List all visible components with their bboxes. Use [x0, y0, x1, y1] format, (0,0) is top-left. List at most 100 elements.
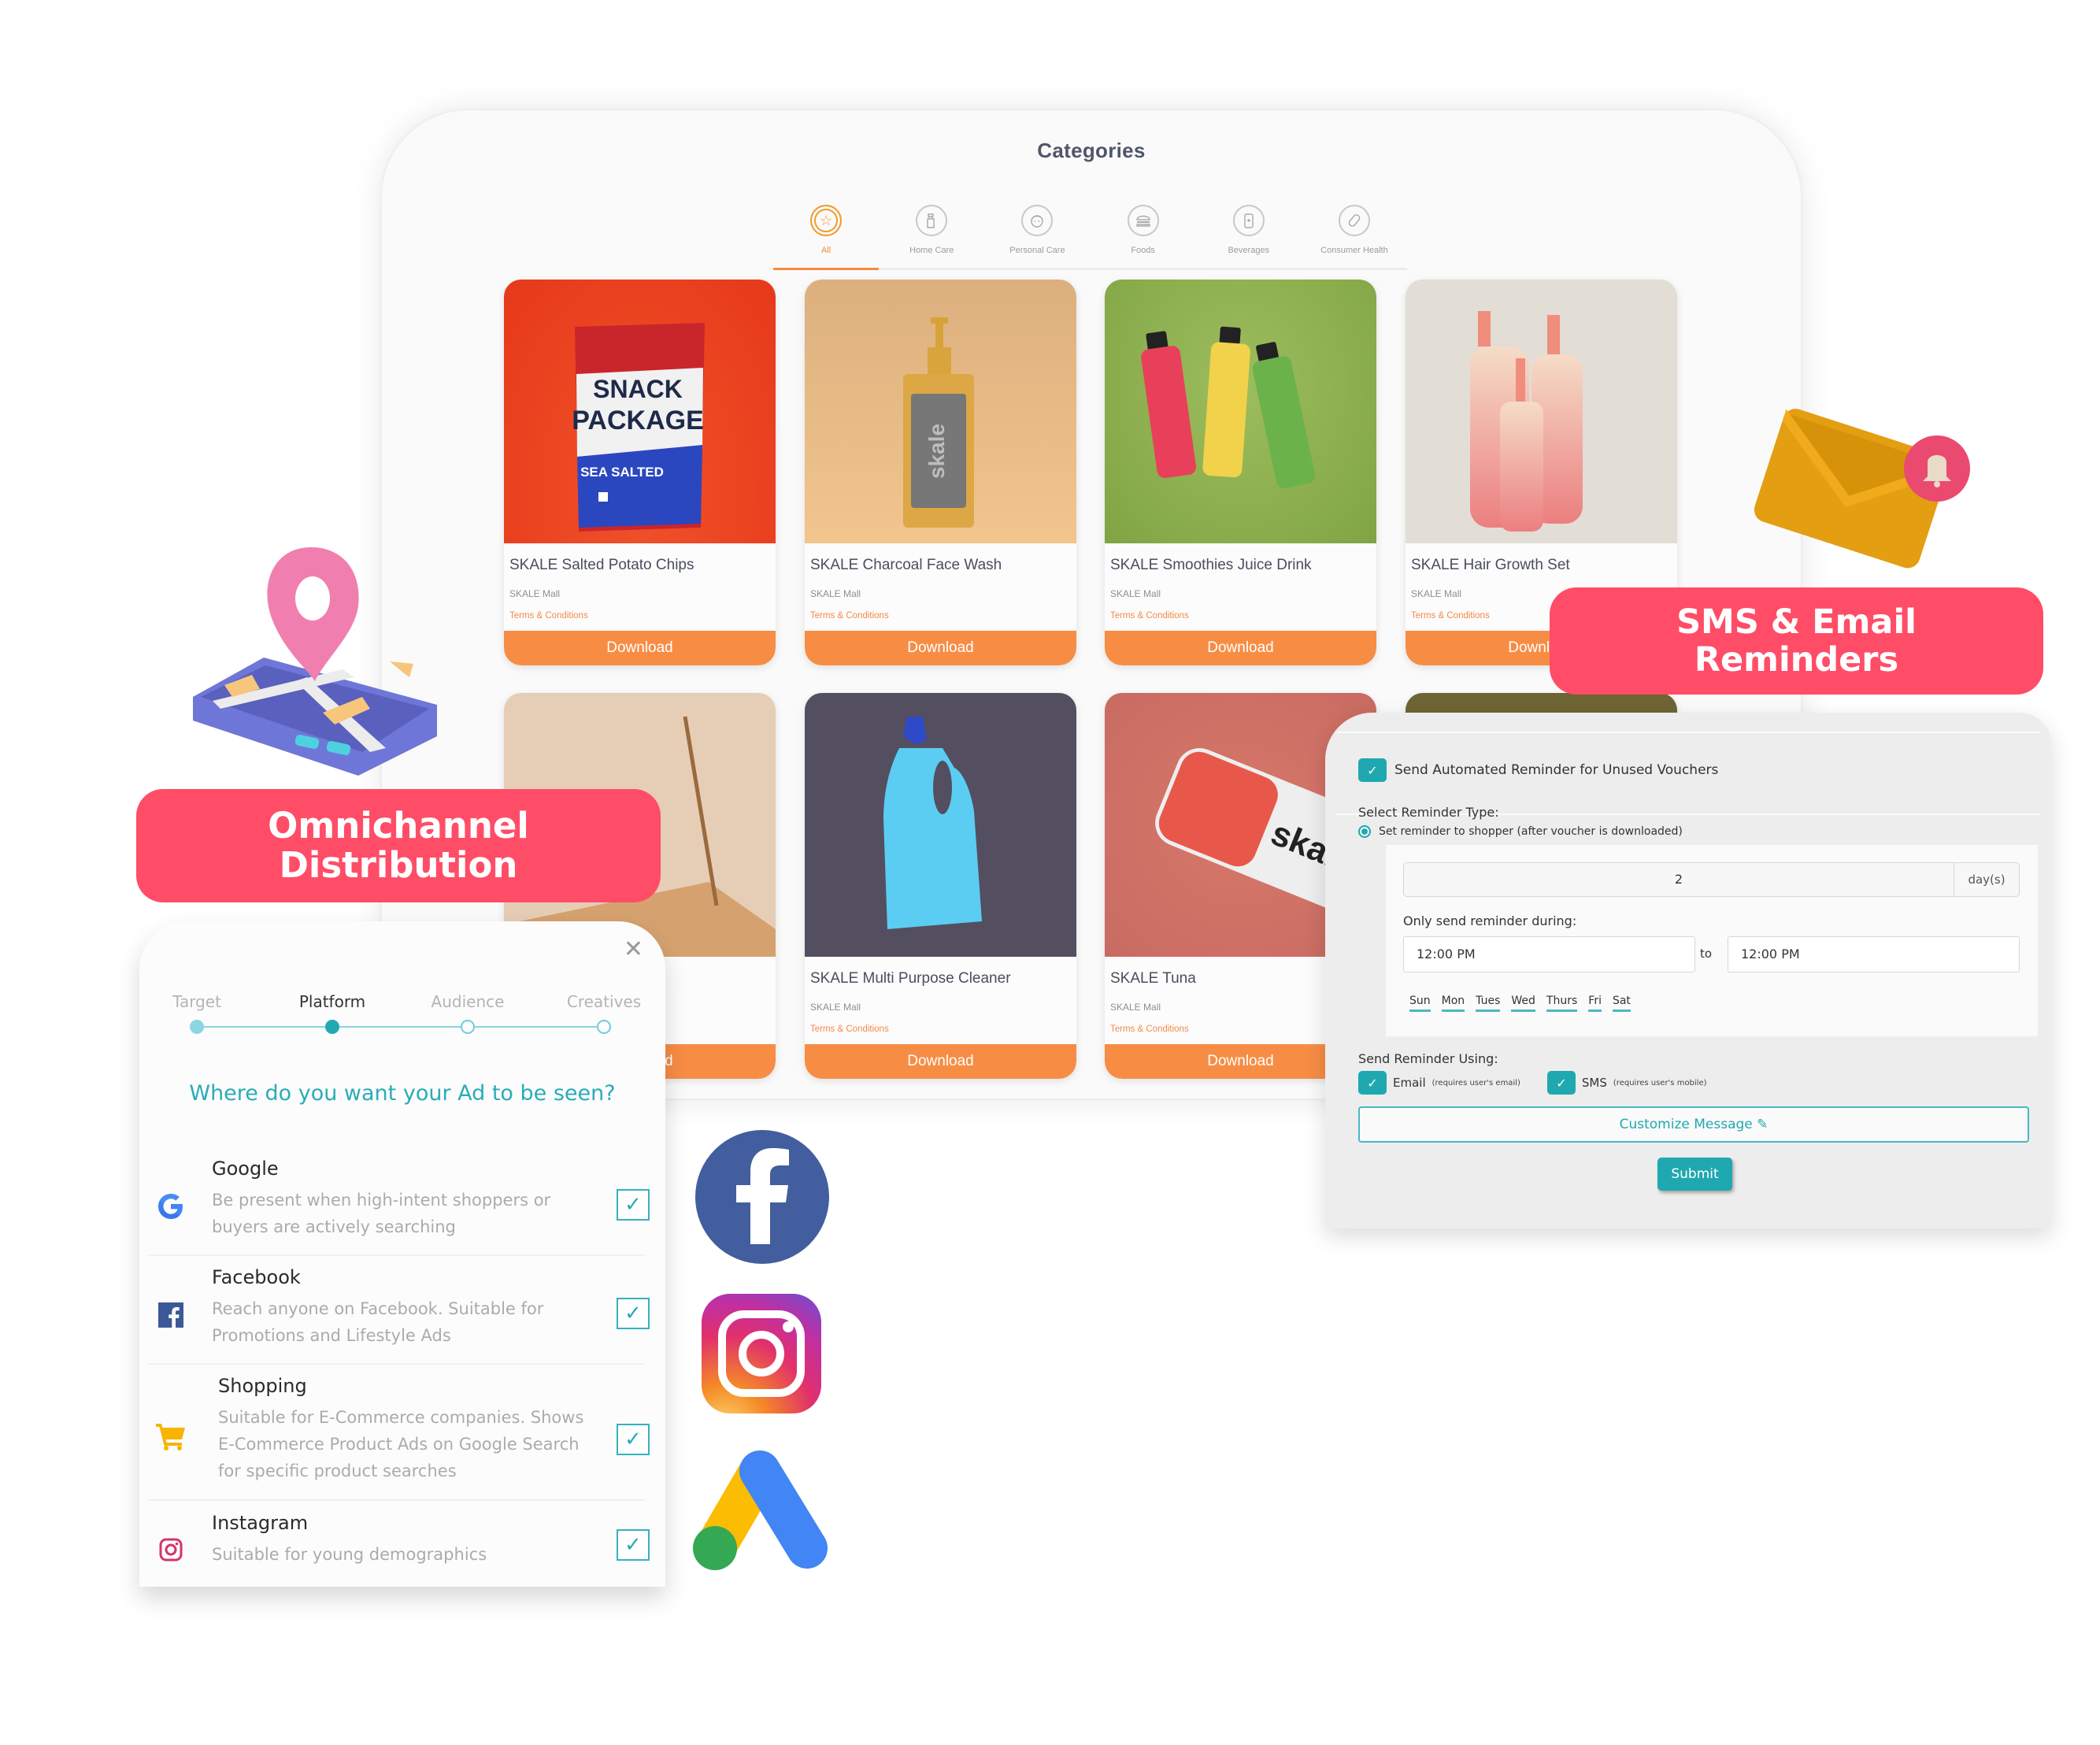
- product-vendor: SKALE Mall: [509, 588, 561, 599]
- product-vendor: SKALE Mall: [1411, 588, 1462, 599]
- tab-label: Personal Care: [1009, 246, 1065, 255]
- platform-name: Shopping: [218, 1375, 307, 1397]
- tab-foods[interactable]: Foods: [1091, 205, 1196, 274]
- platform-item-instagram: Instagram Suitable for young demographic…: [149, 1512, 650, 1587]
- product-vendor: SKALE Mall: [810, 1002, 861, 1013]
- terms-link[interactable]: Terms & Conditions: [1110, 1024, 1189, 1034]
- weekday-mon[interactable]: Mon: [1441, 995, 1465, 1012]
- download-button[interactable]: Download: [805, 631, 1076, 665]
- platform-name: Instagram: [212, 1512, 309, 1534]
- tab-label: Foods: [1131, 246, 1155, 255]
- google-checkbox[interactable]: ✓: [617, 1189, 650, 1221]
- weekday-wed[interactable]: Wed: [1511, 995, 1535, 1012]
- tab-home-care[interactable]: Home Care: [879, 205, 984, 274]
- weekday-sat[interactable]: Sat: [1612, 995, 1631, 1012]
- divider: [1336, 732, 2040, 733]
- auto-reminder-checkbox[interactable]: ✓: [1358, 758, 1387, 782]
- tab-consumer-health[interactable]: Consumer Health: [1302, 205, 1407, 274]
- product-name: SKALE Salted Potato Chips: [509, 557, 694, 573]
- submit-button[interactable]: Submit: [1657, 1158, 1732, 1191]
- weekday-selector: Sun Mon Tues Wed Thurs Fri Sat: [1409, 995, 1631, 1012]
- spray-bottle-icon: [916, 205, 948, 236]
- product-card[interactable]: SNACK PACKAGE SEA SALTED SKALE Salted Po…: [504, 280, 776, 665]
- tab-personal-care[interactable]: Personal Care: [984, 205, 1090, 274]
- product-image-cosmetic-bottles: [1406, 280, 1677, 543]
- product-card[interactable]: SKALE Smoothies Juice Drink SKALE Mall T…: [1105, 280, 1376, 665]
- terms-link[interactable]: Terms & Conditions: [810, 611, 889, 621]
- step-creatives-dot[interactable]: [597, 1020, 611, 1034]
- weekday-tue[interactable]: Tues: [1476, 995, 1501, 1012]
- terms-link[interactable]: Terms & Conditions: [810, 1024, 889, 1034]
- customize-message-button[interactable]: Customize Message ✎: [1358, 1106, 2029, 1143]
- terms-link[interactable]: Terms & Conditions: [509, 611, 588, 621]
- step-audience-dot[interactable]: [461, 1020, 475, 1034]
- pill-icon: [1338, 205, 1370, 236]
- ad-platform-panel: ✕ Target Platform Audience Creatives Whe…: [139, 921, 665, 1587]
- google-ads-icon: [693, 1450, 828, 1570]
- facebook-checkbox[interactable]: ✓: [617, 1298, 650, 1329]
- time-from-input[interactable]: 12:00 PM: [1403, 936, 1695, 973]
- product-vendor: SKALE Mall: [1110, 1002, 1161, 1013]
- email-label: Email: [1393, 1076, 1426, 1090]
- download-button[interactable]: Download: [504, 631, 776, 665]
- terms-link[interactable]: Terms & Conditions: [1110, 611, 1189, 621]
- instagram-icon: [718, 1310, 805, 1397]
- sms-email-reminders-badge: SMS & Email Reminders: [1550, 587, 2043, 695]
- platform-name: Google: [212, 1158, 279, 1180]
- send-using-label: Send Reminder Using:: [1358, 1051, 1498, 1066]
- step-target-label: Target: [172, 992, 221, 1011]
- product-image-juice-bottles: [1105, 280, 1376, 543]
- days-input[interactable]: 2: [1404, 863, 1954, 896]
- bag-text: SNACK: [593, 375, 683, 403]
- tab-label: Consumer Health: [1320, 246, 1388, 255]
- burger-icon: [1127, 205, 1159, 236]
- product-vendor: SKALE Mall: [810, 588, 861, 599]
- customize-message-label: Customize Message: [1619, 1117, 1753, 1132]
- product-card[interactable]: skale SKALE Charcoal Face Wash SKALE Mal…: [805, 280, 1076, 665]
- download-button[interactable]: Download: [1105, 631, 1376, 665]
- days-input-group: 2 day(s): [1403, 862, 2020, 897]
- reminder-type-radio[interactable]: [1358, 825, 1371, 838]
- shopping-checkbox[interactable]: ✓: [617, 1424, 650, 1455]
- product-card[interactable]: SKALE Multi Purpose Cleaner SKALE Mall T…: [805, 693, 1076, 1079]
- step-platform-dot[interactable]: [325, 1020, 339, 1034]
- days-unit-dropdown[interactable]: day(s): [1954, 863, 2019, 896]
- email-checkbox[interactable]: ✓: [1358, 1071, 1387, 1095]
- weekday-thu[interactable]: Thurs: [1546, 995, 1578, 1012]
- active-tab-indicator: [773, 268, 879, 270]
- google-ads-logo[interactable]: [693, 1447, 831, 1573]
- weekday-fri[interactable]: Fri: [1588, 995, 1602, 1012]
- step-target-dot[interactable]: [190, 1020, 204, 1034]
- product-name: SKALE Smoothies Juice Drink: [1110, 557, 1312, 573]
- time-to-input[interactable]: 12:00 PM: [1728, 936, 2020, 973]
- platform-description: Reach anyone on Facebook. Suitable for P…: [212, 1299, 544, 1345]
- facebook-logo[interactable]: [695, 1130, 829, 1264]
- step-creatives-label: Creatives: [566, 992, 642, 1011]
- location-pin-icon: [267, 547, 359, 681]
- sms-checkbox[interactable]: ✓: [1546, 1071, 1576, 1095]
- close-icon[interactable]: ✕: [624, 935, 643, 963]
- tab-all[interactable]: ☆ All: [773, 205, 879, 274]
- weekday-sun[interactable]: Sun: [1409, 995, 1431, 1012]
- can-icon: [1232, 205, 1265, 236]
- sms-label: SMS: [1581, 1076, 1607, 1090]
- tab-beverages[interactable]: Beverages: [1196, 205, 1302, 274]
- instagram-checkbox[interactable]: ✓: [617, 1529, 650, 1561]
- platform-description: Suitable for young demographics: [212, 1545, 487, 1564]
- shopping-cart-icon: [155, 1421, 187, 1452]
- map-pin-phone-illustration: [193, 547, 437, 776]
- download-button[interactable]: Download: [805, 1044, 1076, 1079]
- page-title: Categories: [1037, 139, 1146, 162]
- badge-line: Reminders: [1694, 640, 1899, 680]
- step-line: [197, 1026, 604, 1028]
- facebook-icon: [155, 1299, 187, 1331]
- instagram-logo[interactable]: [702, 1294, 821, 1413]
- platform-item-shopping: Shopping Suitable for E-Commerce compani…: [149, 1375, 650, 1501]
- step-audience-label: Audience: [431, 992, 505, 1011]
- step-platform-label: Platform: [298, 992, 366, 1011]
- terms-link[interactable]: Terms & Conditions: [1411, 611, 1490, 621]
- envelope-bell-illustration: [1754, 409, 1970, 569]
- platform-name: Facebook: [212, 1266, 301, 1288]
- google-icon: [155, 1191, 187, 1222]
- time-to-label: to: [1700, 947, 1713, 961]
